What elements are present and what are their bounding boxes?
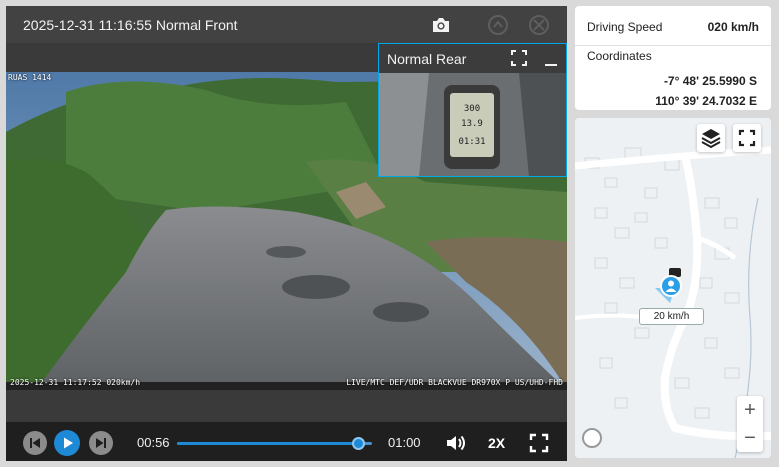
map-logo-icon [582, 428, 602, 448]
share-icon[interactable] [486, 13, 510, 37]
map-fullscreen-icon[interactable] [733, 124, 761, 152]
control-bar: 00:56 01:00 2X [6, 422, 567, 461]
gps-readout-3: 01:31 [458, 137, 485, 147]
duration: 01:00 [388, 435, 421, 450]
fullscreen-off-icon[interactable] [527, 13, 551, 37]
driving-speed-label: Driving Speed [587, 20, 663, 34]
video-letterbox [6, 390, 567, 422]
vehicle-marker-icon[interactable] [660, 275, 682, 297]
latitude-value: -7° 48' 25.5990 S [663, 74, 757, 88]
expand-icon[interactable] [510, 49, 528, 67]
map-speed-tag: 20 km/h [639, 308, 704, 325]
map-view[interactable]: 20 km/h + − [575, 118, 771, 458]
rear-title: Normal Rear [387, 51, 467, 67]
progress-bar[interactable] [177, 437, 372, 450]
play-icon[interactable] [54, 430, 80, 456]
rear-camera-view[interactable]: Normal Rear 300 13.9 01:31 [378, 43, 567, 177]
video-player: 2025-12-31 11:16:55 Normal Front RUAS 14… [6, 6, 567, 461]
video-title: 2025-12-31 11:16:55 Normal Front [23, 17, 238, 33]
zoom-in-button[interactable]: + [737, 396, 763, 424]
playback-speed-button[interactable]: 2X [488, 435, 505, 451]
driving-speed-row: Driving Speed 020 km/h [575, 6, 771, 46]
zoom-out-button[interactable]: − [737, 424, 763, 452]
next-icon[interactable] [88, 430, 114, 456]
trip-info-card: Driving Speed 020 km/h Coordinates -7° 4… [575, 6, 771, 110]
current-time: 00:56 [137, 435, 170, 450]
gps-readout-2: 13.9 [461, 119, 483, 129]
coordinates-label: Coordinates [587, 49, 652, 63]
front-overlay-device: LIVE/MTC DEF/UDR BLACKVUE DR970X P US/UH… [346, 378, 563, 387]
driving-speed-value: 020 km/h [707, 20, 759, 34]
progress-knob[interactable] [352, 437, 366, 450]
gps-readout-1: 300 [464, 104, 480, 114]
longitude-value: 110° 39' 24.7032 E [655, 94, 757, 108]
previous-icon[interactable] [22, 430, 48, 456]
rear-header: Normal Rear [379, 44, 566, 73]
zoom-control: + − [737, 396, 763, 452]
camera-icon[interactable] [429, 13, 453, 37]
progress-fill [177, 442, 359, 445]
front-overlay-top: RUAS 1414 [8, 73, 52, 82]
volume-icon[interactable] [443, 430, 469, 456]
video-header: 2025-12-31 11:16:55 Normal Front [6, 6, 567, 43]
fullscreen-icon[interactable] [526, 430, 552, 456]
front-overlay-timestamp: 2025-12-31 11:17:52 020km/h [10, 378, 141, 387]
layers-icon[interactable] [697, 124, 725, 152]
minimize-icon[interactable] [543, 49, 559, 67]
